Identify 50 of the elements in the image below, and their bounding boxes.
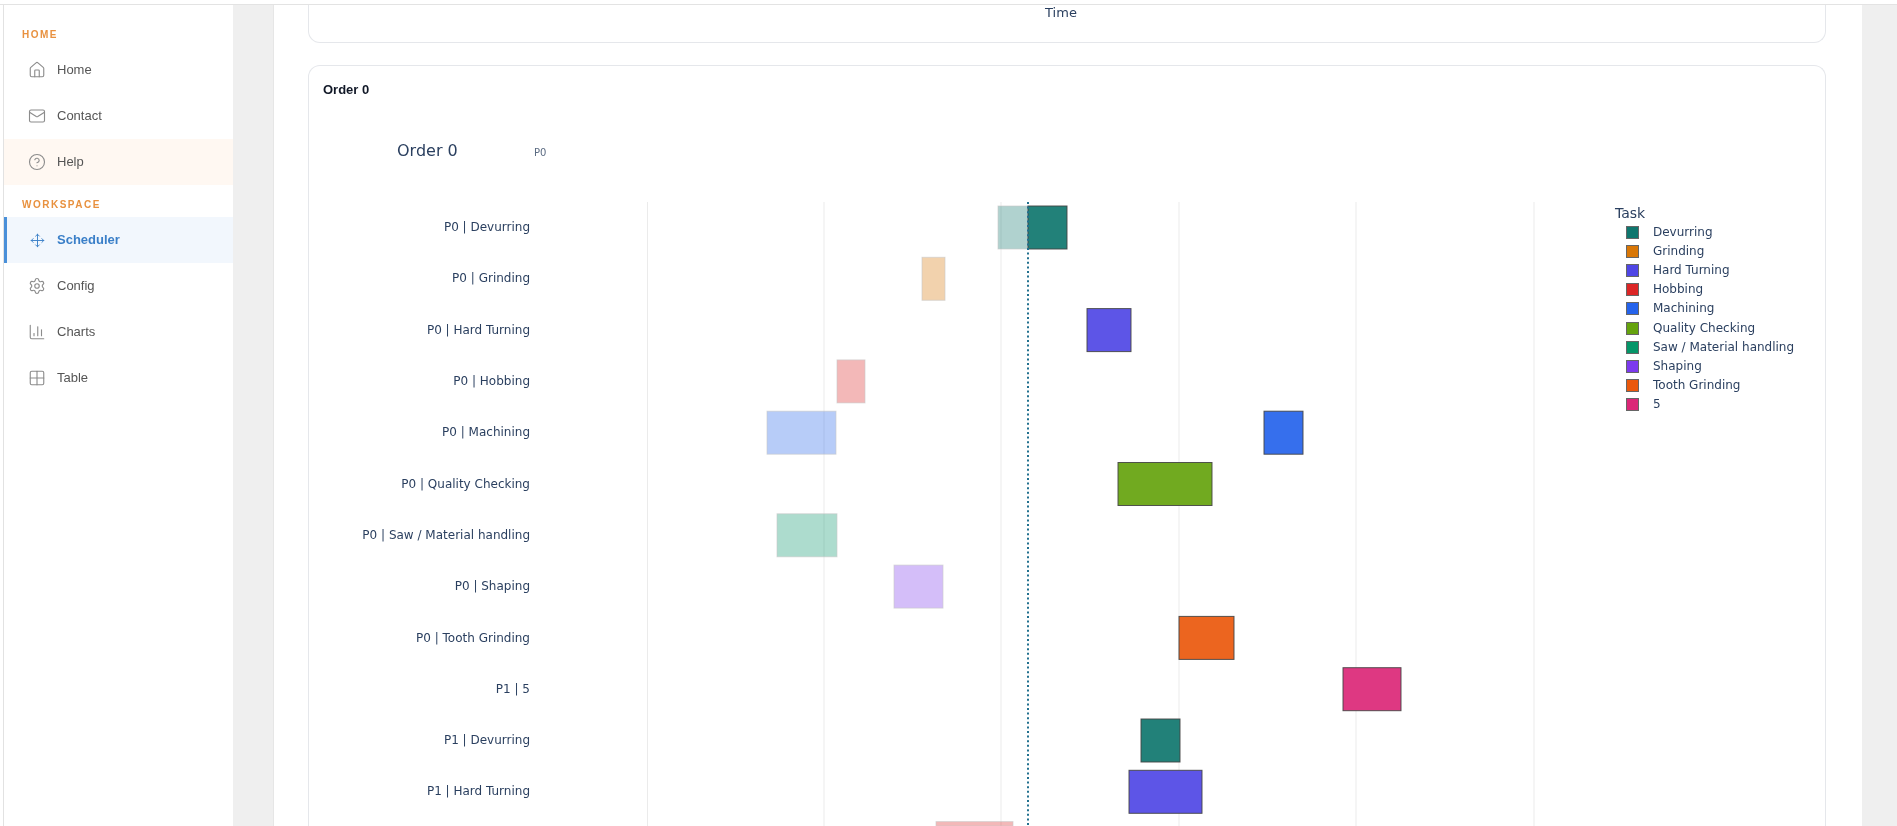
home-icon (28, 61, 46, 79)
bar-chart-icon (28, 323, 46, 341)
axis-title: Time (1045, 5, 1077, 21)
chart-title: Order 0 (397, 141, 458, 161)
card-title: Order 0 (323, 82, 370, 98)
row-label: P1 | Hard Turning (426, 784, 530, 800)
row-label: P0 | Shaping (454, 579, 530, 595)
chart-subtitle: P0 (534, 147, 547, 159)
row-label: P0 | Grinding (452, 271, 530, 287)
row-label: P0 | Quality Checking (401, 476, 530, 492)
gantt-bar (1140, 718, 1181, 763)
legend-label[interactable]: Hard Turning (1653, 263, 1730, 279)
row-label: P0 | Machining (442, 425, 530, 441)
section-heading: WORKSPACE (21, 197, 102, 212)
legend-label[interactable]: Shaping (1653, 358, 1702, 374)
legend-label[interactable]: Machining (1653, 301, 1715, 317)
legend-label[interactable]: Tooth Grinding (1653, 377, 1741, 393)
legend-label[interactable]: Hobbing (1653, 282, 1704, 298)
nav-item[interactable]: Help (4, 139, 233, 185)
row-label: P0 | Tooth Grinding (416, 630, 530, 646)
gantt-bar (1342, 667, 1402, 712)
gantt-bar (1086, 308, 1132, 353)
gantt-bar (1027, 205, 1068, 250)
gantt-bar (836, 359, 866, 404)
mail-icon (28, 107, 46, 125)
nav-item[interactable]: Scheduler (4, 217, 233, 263)
row-label: P0 | Devurring (443, 220, 530, 236)
gantt-bar (997, 205, 1029, 250)
legend-label[interactable]: Quality Checking (1653, 320, 1756, 336)
gantt-bar (1263, 410, 1304, 455)
settings-icon (28, 277, 46, 295)
move-icon (29, 232, 45, 248)
gantt-bar (766, 410, 837, 455)
gantt-bar (1178, 615, 1235, 660)
row-label: P0 | Saw / Material handling (362, 527, 530, 543)
legend-title: Task (1615, 205, 1646, 222)
help-icon (28, 153, 46, 171)
legend-label[interactable]: 5 (1653, 396, 1661, 412)
gantt-bar (776, 513, 838, 558)
row-label: P0 | Hard Turning (426, 322, 530, 338)
row-label: P1 | Devurring (443, 733, 530, 749)
legend-label[interactable]: Devurring (1653, 225, 1713, 241)
gantt-bar (893, 564, 944, 609)
legend-label[interactable]: Grinding (1653, 244, 1705, 260)
gantt-bar (921, 256, 946, 301)
row-label: P1 | 5 (495, 681, 530, 697)
grid-icon (28, 369, 46, 387)
section-heading: HOME (21, 27, 59, 42)
row-label: P0 | Hobbing (453, 374, 530, 390)
legend-label[interactable]: Saw / Material handling (1653, 339, 1795, 355)
